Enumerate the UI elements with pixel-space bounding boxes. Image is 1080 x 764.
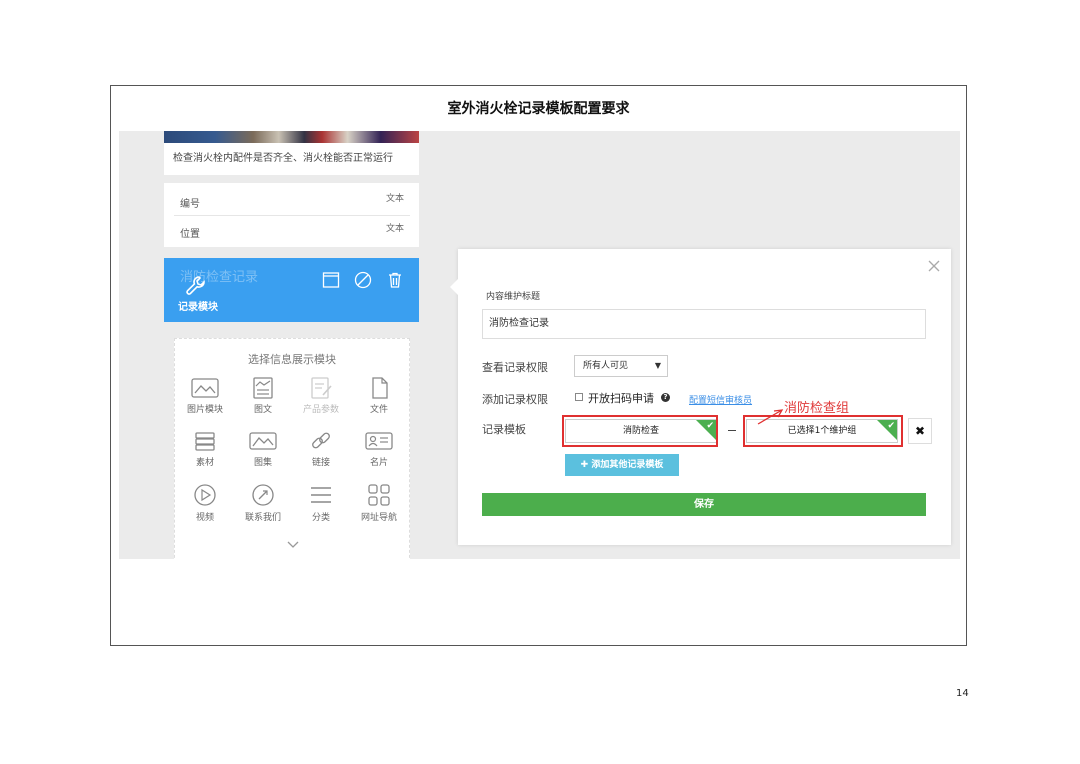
field-list: 编号 文本 位置 文本	[164, 183, 419, 247]
field-type: 文本	[385, 224, 404, 234]
module-video[interactable]: 视频	[177, 483, 233, 523]
field-type: 文本	[385, 194, 404, 204]
close-icon[interactable]	[927, 259, 941, 273]
wrench-icon	[186, 276, 205, 295]
compass-icon	[252, 484, 274, 506]
view-permission-select[interactable]: 所有人可见 ▼	[574, 355, 668, 377]
image-text-icon	[253, 377, 273, 399]
highlight-template	[562, 415, 718, 447]
module-product-params[interactable]: 产品参数	[293, 377, 349, 415]
module-caption: 检查消火栓内配件是否齐全、消火栓能否正常运行	[164, 143, 419, 175]
config-sms-reviewer-link[interactable]: 配置短信审核员	[689, 393, 752, 406]
module-label: 图片模块	[186, 405, 223, 415]
module-contact-us[interactable]: 联系我们	[235, 483, 291, 523]
record-module-block[interactable]: 消防检查记录 记录模块	[164, 258, 419, 322]
module-label: 视频	[195, 513, 214, 523]
annotation-arrow	[757, 409, 784, 425]
field-label: 编号	[180, 199, 200, 210]
module-material[interactable]: 素材	[177, 430, 233, 468]
save-button[interactable]: 保存	[482, 493, 926, 516]
module-label: 图集	[253, 458, 272, 468]
add-template-button[interactable]: ✚ 添加其他记录模板	[565, 454, 679, 476]
disable-icon[interactable]	[354, 271, 372, 289]
field-label: 位置	[180, 229, 200, 240]
scan-apply-checkbox[interactable]	[575, 393, 583, 401]
grid-icon	[368, 484, 390, 506]
module-gallery[interactable]: 图集	[235, 430, 291, 468]
module-link[interactable]: 链接	[293, 430, 349, 468]
image-icon	[191, 378, 219, 398]
module-url-nav[interactable]: 网址导航	[351, 483, 407, 523]
title-input[interactable]: 消防检查记录	[482, 309, 926, 339]
header-photo	[164, 131, 419, 143]
layers-icon	[195, 432, 215, 451]
module-label: 名片	[369, 458, 388, 468]
annotation-text: 消防检查组	[784, 401, 850, 416]
gallery-icon	[249, 432, 277, 450]
record-module-label: 记录模块	[178, 302, 218, 313]
add-template-label: 添加其他记录模板	[591, 460, 664, 470]
module-label: 分类	[311, 513, 330, 523]
contact-card-icon	[365, 432, 393, 450]
chevron-down-icon[interactable]	[287, 541, 299, 549]
field-row-location[interactable]: 位置 文本	[174, 215, 410, 245]
play-icon	[194, 484, 216, 506]
file-icon	[372, 377, 388, 399]
module-label: 链接	[311, 458, 330, 468]
selector-title: 选择信息展示模块	[248, 353, 336, 366]
scan-apply-label: 开放扫码申请	[588, 392, 654, 405]
record-settings-panel: 内容维护标题 消防检查记录 查看记录权限 所有人可见 ▼ 添加记录权限 开放扫码…	[450, 249, 951, 545]
edit-doc-icon	[311, 377, 332, 399]
module-label: 网址导航	[360, 513, 397, 523]
template-label: 记录模板	[482, 423, 526, 436]
app-screenshot: 检查消火栓内配件是否齐全、消火栓能否正常运行 编号 文本 位置 文本 消防检查记…	[119, 131, 960, 559]
module-image[interactable]: 图片模块	[177, 377, 233, 415]
title-label: 内容维护标题	[486, 292, 541, 302]
help-icon[interactable]: ?	[661, 393, 670, 402]
module-label: 联系我们	[244, 513, 281, 523]
window-icon[interactable]	[322, 271, 340, 289]
module-label: 图文	[253, 405, 272, 415]
module-business-card[interactable]: 名片	[351, 430, 407, 468]
module-category[interactable]: 分类	[293, 483, 349, 523]
caret-down-icon: ▼	[654, 361, 661, 370]
plus-icon: ✚	[580, 460, 592, 470]
panel-pointer	[450, 279, 458, 295]
add-permission-label: 添加记录权限	[482, 393, 548, 406]
field-row-number[interactable]: 编号 文本	[174, 185, 410, 216]
link-icon	[312, 432, 330, 449]
document-frame: 室外消火栓记录模板配置要求 检查消火栓内配件是否齐全、消火栓能否正常运行 编号 …	[110, 85, 967, 646]
view-permission-label: 查看记录权限	[482, 361, 548, 374]
module-file[interactable]: 文件	[351, 377, 407, 415]
module-label: 产品参数	[302, 405, 339, 415]
module-selector: 选择信息展示模块 图片模块 图文 产品参数 文件 素材 图集 链接 名片 视频 …	[174, 338, 410, 559]
list-icon	[311, 487, 331, 503]
page-number: 14	[956, 688, 969, 699]
module-label: 文件	[369, 405, 388, 415]
view-permission-value: 所有人可见	[583, 361, 629, 371]
module-image-text[interactable]: 图文	[235, 377, 291, 415]
remove-template-button[interactable]: ✖	[908, 418, 932, 444]
document-title: 室外消火栓记录模板配置要求	[447, 101, 630, 117]
dash-separator	[728, 430, 736, 431]
trash-icon[interactable]	[386, 271, 404, 289]
module-label: 素材	[195, 458, 214, 468]
